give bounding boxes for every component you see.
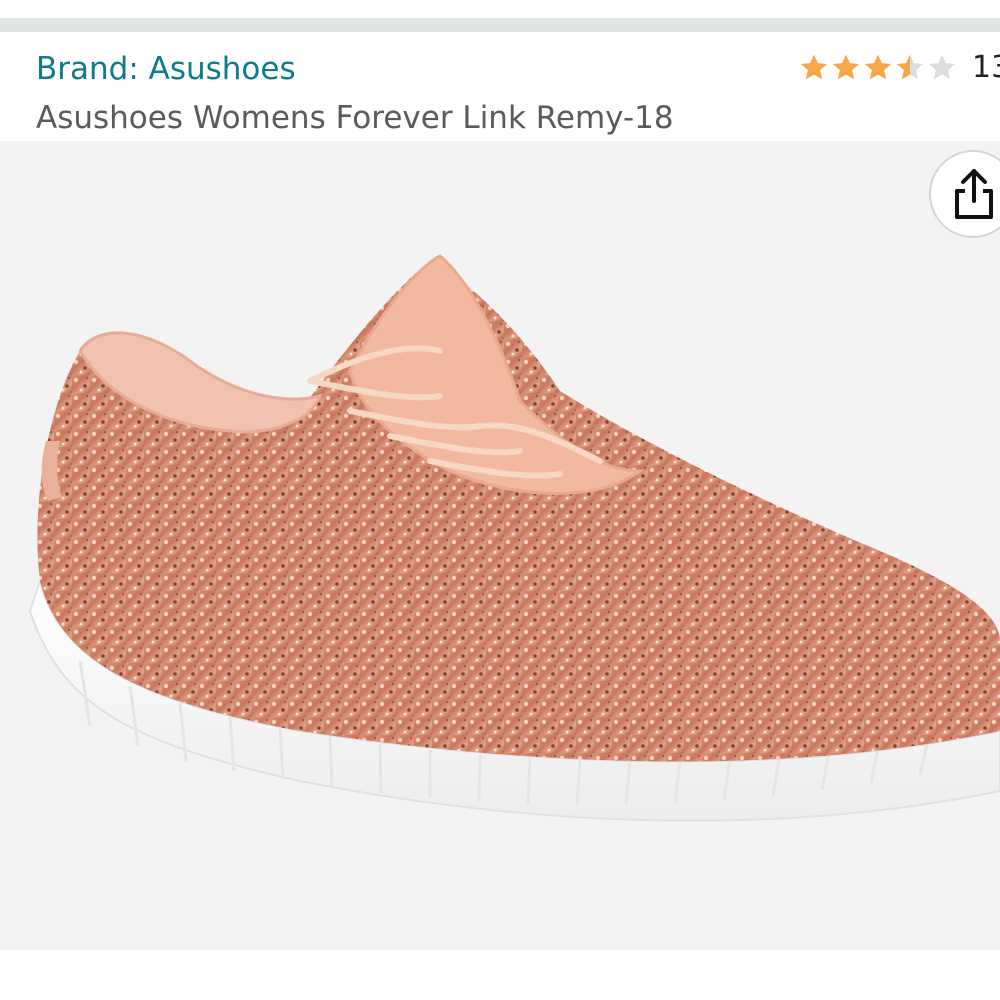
product-image-area[interactable]: [0, 141, 1000, 950]
product-image: [0, 141, 1000, 950]
star-full-icon: [800, 54, 828, 80]
star-rating: [798, 52, 958, 84]
brand-link[interactable]: Brand: Asushoes: [36, 50, 296, 88]
star-full-icon: [864, 54, 892, 80]
share-icon: [955, 169, 993, 219]
star-empty-icon: [928, 54, 956, 80]
star-half-icon: [896, 54, 924, 80]
star-full-icon: [832, 54, 860, 80]
product-title: Asushoes Womens Forever Link Remy-18: [36, 100, 674, 136]
rating-count: 13: [972, 50, 1000, 85]
rating-summary[interactable]: 13: [798, 48, 1000, 88]
product-page: Brand: Asushoes 13 Asushoes Womens Forev…: [0, 0, 1000, 1000]
top-divider: [0, 18, 1000, 32]
